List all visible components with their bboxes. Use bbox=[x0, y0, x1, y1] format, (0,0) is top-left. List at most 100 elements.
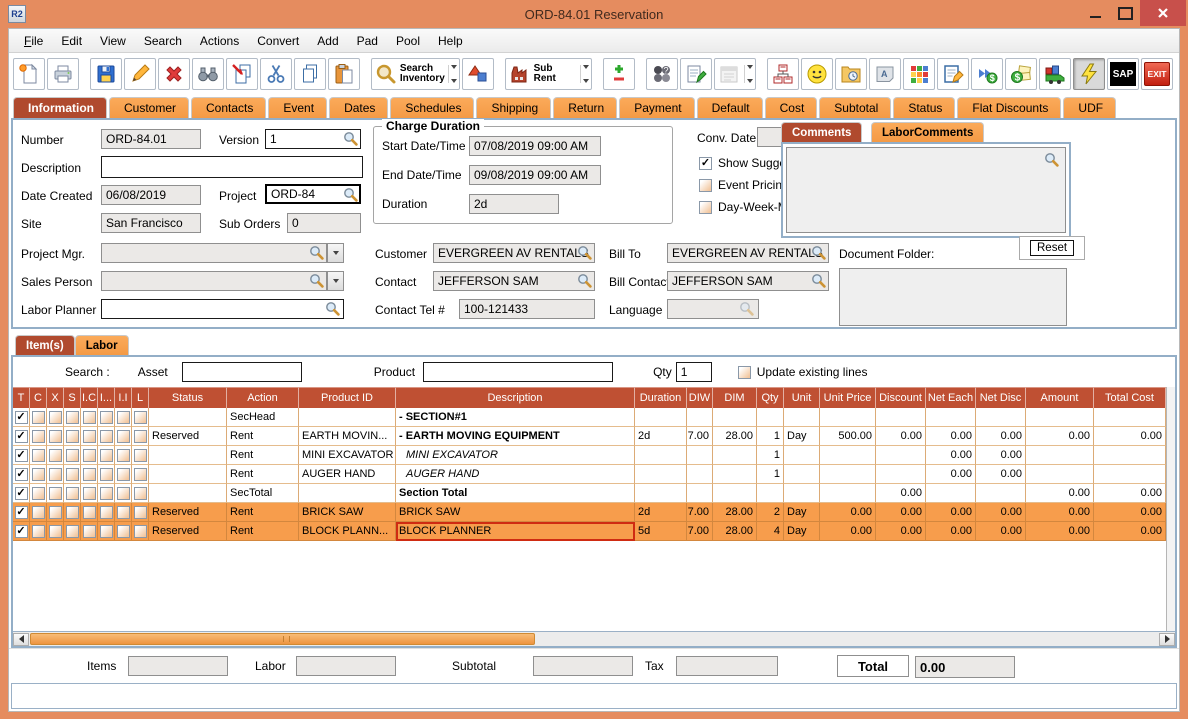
column-header-product-id[interactable]: Product ID bbox=[299, 387, 396, 408]
cell-product[interactable] bbox=[299, 484, 396, 503]
cell-action[interactable]: Rent bbox=[227, 522, 299, 541]
cell-qty[interactable] bbox=[757, 408, 784, 427]
tab-dates[interactable]: Dates bbox=[329, 97, 389, 118]
column-header-t[interactable]: T bbox=[13, 387, 30, 408]
cell-desc[interactable]: AUGER HAND bbox=[396, 465, 635, 484]
tab-item-s-[interactable]: Item(s) bbox=[15, 335, 75, 355]
cell-diw[interactable] bbox=[687, 484, 713, 503]
cell-total-cost[interactable] bbox=[1094, 408, 1166, 427]
cell-net-each[interactable]: 0.00 bbox=[926, 427, 976, 446]
chevron-down-icon[interactable] bbox=[447, 65, 457, 83]
cell-discount[interactable] bbox=[876, 408, 926, 427]
tab-event[interactable]: Event bbox=[268, 97, 328, 118]
table-row[interactable]: RentMINI EXCAVATORMINI EXCAVATOR10.000.0… bbox=[13, 446, 1166, 465]
dollar-notes-button[interactable]: $ bbox=[1005, 58, 1037, 90]
show-suggestions-checkbox[interactable] bbox=[699, 156, 712, 170]
sales-person-field[interactable] bbox=[101, 271, 327, 291]
sap-button[interactable]: SAP bbox=[1107, 58, 1139, 90]
product-input[interactable] bbox=[423, 362, 614, 382]
event-pricing-option[interactable]: Event Pricing bbox=[699, 178, 789, 192]
cell-product[interactable]: EARTH MOVIN... bbox=[299, 427, 396, 446]
cell-duration[interactable] bbox=[635, 465, 687, 484]
column-header-c[interactable]: C bbox=[30, 387, 47, 408]
start-datetime-field[interactable]: 07/08/2019 09:00 AM bbox=[469, 136, 601, 156]
tab-return[interactable]: Return bbox=[553, 97, 618, 118]
tab-status[interactable]: Status bbox=[893, 97, 956, 118]
cell-duration[interactable]: 2d bbox=[635, 427, 687, 446]
cell-total-cost[interactable]: 0.00 bbox=[1094, 427, 1166, 446]
cell-unit-price[interactable]: 0.00 bbox=[820, 522, 876, 541]
cell-amount[interactable]: 0.00 bbox=[1026, 503, 1094, 522]
cell-discount[interactable] bbox=[876, 446, 926, 465]
close-button[interactable] bbox=[1140, 0, 1186, 26]
cell-diw[interactable]: 7.00 bbox=[687, 503, 713, 522]
cell-unit-price[interactable]: 500.00 bbox=[820, 427, 876, 446]
table-row[interactable]: SecTotalSection Total0.000.000.00 bbox=[13, 484, 1166, 503]
tab-customer[interactable]: Customer bbox=[109, 97, 190, 118]
edit-pencil-button[interactable] bbox=[124, 58, 156, 90]
cell-amount[interactable]: 0.00 bbox=[1026, 427, 1094, 446]
search-inventory-button[interactable]: Search Inventory bbox=[371, 58, 460, 90]
scroll-left-button[interactable] bbox=[13, 632, 29, 646]
cell-unit-price[interactable] bbox=[820, 465, 876, 484]
group-question-button[interactable]: ? bbox=[646, 58, 679, 90]
row-checkbox-i[interactable] bbox=[99, 524, 113, 538]
cell-duration[interactable] bbox=[635, 484, 687, 503]
cell-amount[interactable]: 0.00 bbox=[1026, 484, 1094, 503]
tab-default[interactable]: Default bbox=[696, 97, 763, 118]
row-checkbox-l[interactable] bbox=[133, 448, 147, 462]
cell-action[interactable]: Rent bbox=[227, 465, 299, 484]
cell-net-each[interactable]: 0.00 bbox=[926, 465, 976, 484]
table-row[interactable]: ReservedRentBLOCK PLANN...BLOCK PLANNER5… bbox=[13, 522, 1166, 541]
cell-dim[interactable] bbox=[713, 446, 757, 465]
row-checkbox-l[interactable] bbox=[133, 524, 147, 538]
row-checkbox-l[interactable] bbox=[133, 505, 147, 519]
row-checkbox-l[interactable] bbox=[133, 429, 147, 443]
tab-subtotal[interactable]: Subtotal bbox=[819, 97, 892, 118]
contact-field[interactable]: JEFFERSON SAM bbox=[433, 271, 595, 291]
row-checkbox-i[interactable] bbox=[99, 410, 113, 424]
notepad-button[interactable] bbox=[680, 58, 713, 90]
row-checkbox-s[interactable] bbox=[65, 505, 79, 519]
row-checkbox-c[interactable] bbox=[31, 410, 45, 424]
cell-unit[interactable]: Day bbox=[784, 503, 820, 522]
cell-dim[interactable]: 28.00 bbox=[713, 503, 757, 522]
row-checkbox-t[interactable] bbox=[14, 448, 28, 462]
row-checkbox-i[interactable] bbox=[99, 448, 113, 462]
cell-total-cost[interactable]: 0.00 bbox=[1094, 484, 1166, 503]
row-checkbox-s[interactable] bbox=[65, 410, 79, 424]
row-checkbox-t[interactable] bbox=[14, 410, 28, 424]
cell-discount[interactable] bbox=[876, 465, 926, 484]
cell-unit[interactable] bbox=[784, 465, 820, 484]
binoculars-button[interactable] bbox=[192, 58, 224, 90]
cell-amount[interactable] bbox=[1026, 446, 1094, 465]
column-header-net-disc[interactable]: Net Disc bbox=[976, 387, 1026, 408]
cell-action[interactable]: SecTotal bbox=[227, 484, 299, 503]
menu-pool[interactable]: Pool bbox=[387, 31, 429, 51]
row-checkbox-i[interactable] bbox=[99, 486, 113, 500]
column-header-amount[interactable]: Amount bbox=[1026, 387, 1094, 408]
cell-unit[interactable]: Day bbox=[784, 427, 820, 446]
keyboard-key-button[interactable]: A bbox=[869, 58, 901, 90]
column-header-dim[interactable]: DIM bbox=[713, 387, 757, 408]
cell-qty[interactable] bbox=[757, 484, 784, 503]
lightning-button[interactable] bbox=[1073, 58, 1105, 90]
cell-status[interactable] bbox=[149, 484, 227, 503]
cell-status[interactable]: Reserved bbox=[149, 522, 227, 541]
row-checkbox-t[interactable] bbox=[14, 429, 28, 443]
cell-net-disc[interactable] bbox=[976, 484, 1026, 503]
row-checkbox-t[interactable] bbox=[14, 486, 28, 500]
cell-dim[interactable] bbox=[713, 408, 757, 427]
cut-button[interactable] bbox=[260, 58, 292, 90]
row-checkbox-c[interactable] bbox=[31, 524, 45, 538]
customer-field[interactable]: EVERGREEN AV RENTALS bbox=[433, 243, 595, 263]
row-checkbox-ic[interactable] bbox=[82, 448, 96, 462]
cell-net-each[interactable]: 0.00 bbox=[926, 503, 976, 522]
tab-payment[interactable]: Payment bbox=[619, 97, 695, 118]
cell-diw[interactable] bbox=[687, 446, 713, 465]
cell-desc[interactable]: - SECTION#1 bbox=[396, 408, 635, 427]
project-lookup-icon[interactable] bbox=[343, 187, 358, 202]
tab-shipping[interactable]: Shipping bbox=[476, 97, 552, 118]
maximize-button[interactable] bbox=[1110, 0, 1140, 26]
project-mgr-field[interactable] bbox=[101, 243, 327, 263]
